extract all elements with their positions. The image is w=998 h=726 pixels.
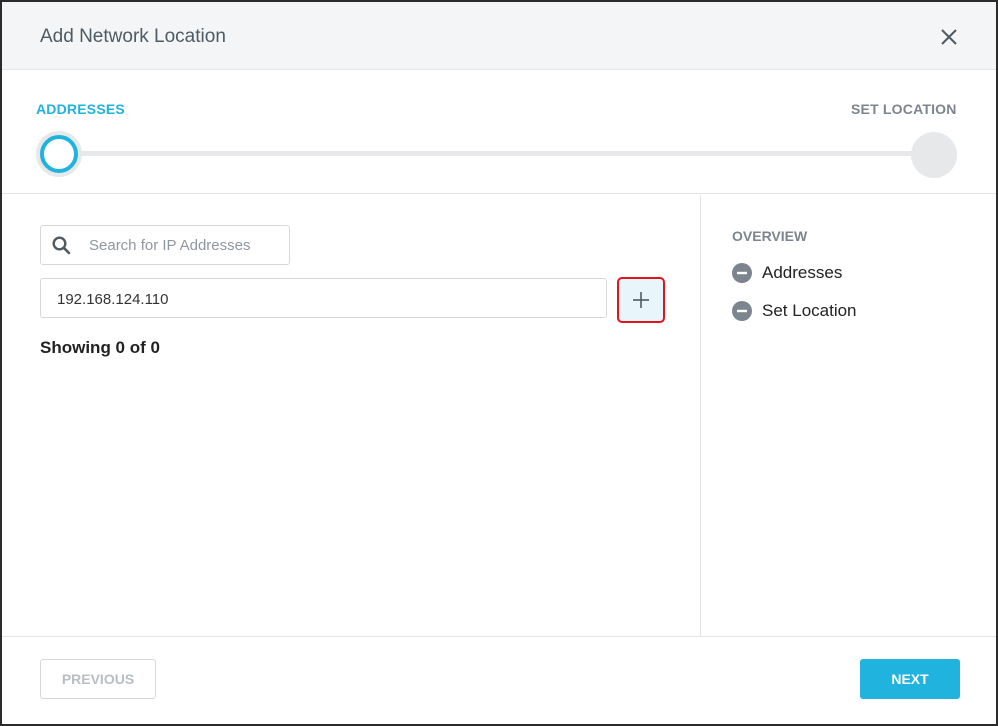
- results-count: Showing 0 of 0: [40, 338, 160, 357]
- dialog-header: Add Network Location: [2, 2, 996, 70]
- add-ip-button[interactable]: [617, 277, 665, 323]
- addresses-pane: Showing 0 of 0: [2, 195, 700, 637]
- overview-item-label: Addresses: [762, 263, 843, 282]
- next-button[interactable]: NEXT: [860, 659, 960, 699]
- plus-icon: [633, 292, 649, 308]
- add-network-location-dialog: Add Network Location ADDRESSES SET LOCAT…: [0, 0, 998, 726]
- dialog-footer: PREVIOUS NEXT: [2, 636, 996, 724]
- ip-search-box[interactable]: [40, 225, 290, 265]
- ip-address-input[interactable]: [57, 288, 587, 310]
- close-button[interactable]: [936, 24, 962, 50]
- step-active-ring: [40, 135, 78, 173]
- overview-title: OVERVIEW: [732, 228, 808, 244]
- ip-address-field[interactable]: [40, 278, 607, 318]
- previous-button[interactable]: PREVIOUS: [40, 659, 156, 699]
- step-set-location-indicator[interactable]: [911, 132, 957, 178]
- minus-circle-icon: [732, 301, 752, 321]
- search-icon: [52, 236, 71, 255]
- dialog-title: Add Network Location: [40, 26, 226, 47]
- step-addresses-label[interactable]: ADDRESSES: [36, 101, 125, 117]
- step-addresses-indicator[interactable]: [36, 131, 82, 177]
- minus-circle-icon: [732, 263, 752, 283]
- close-icon: [941, 29, 957, 45]
- overview-pane: OVERVIEW Addresses Set Location: [700, 195, 996, 637]
- overview-item-label: Set Location: [762, 301, 857, 320]
- ip-search-input[interactable]: [89, 234, 279, 256]
- wizard-stepper: ADDRESSES SET LOCATION: [2, 71, 996, 194]
- step-set-location-label[interactable]: SET LOCATION: [851, 101, 957, 117]
- stepper-track: [58, 151, 938, 156]
